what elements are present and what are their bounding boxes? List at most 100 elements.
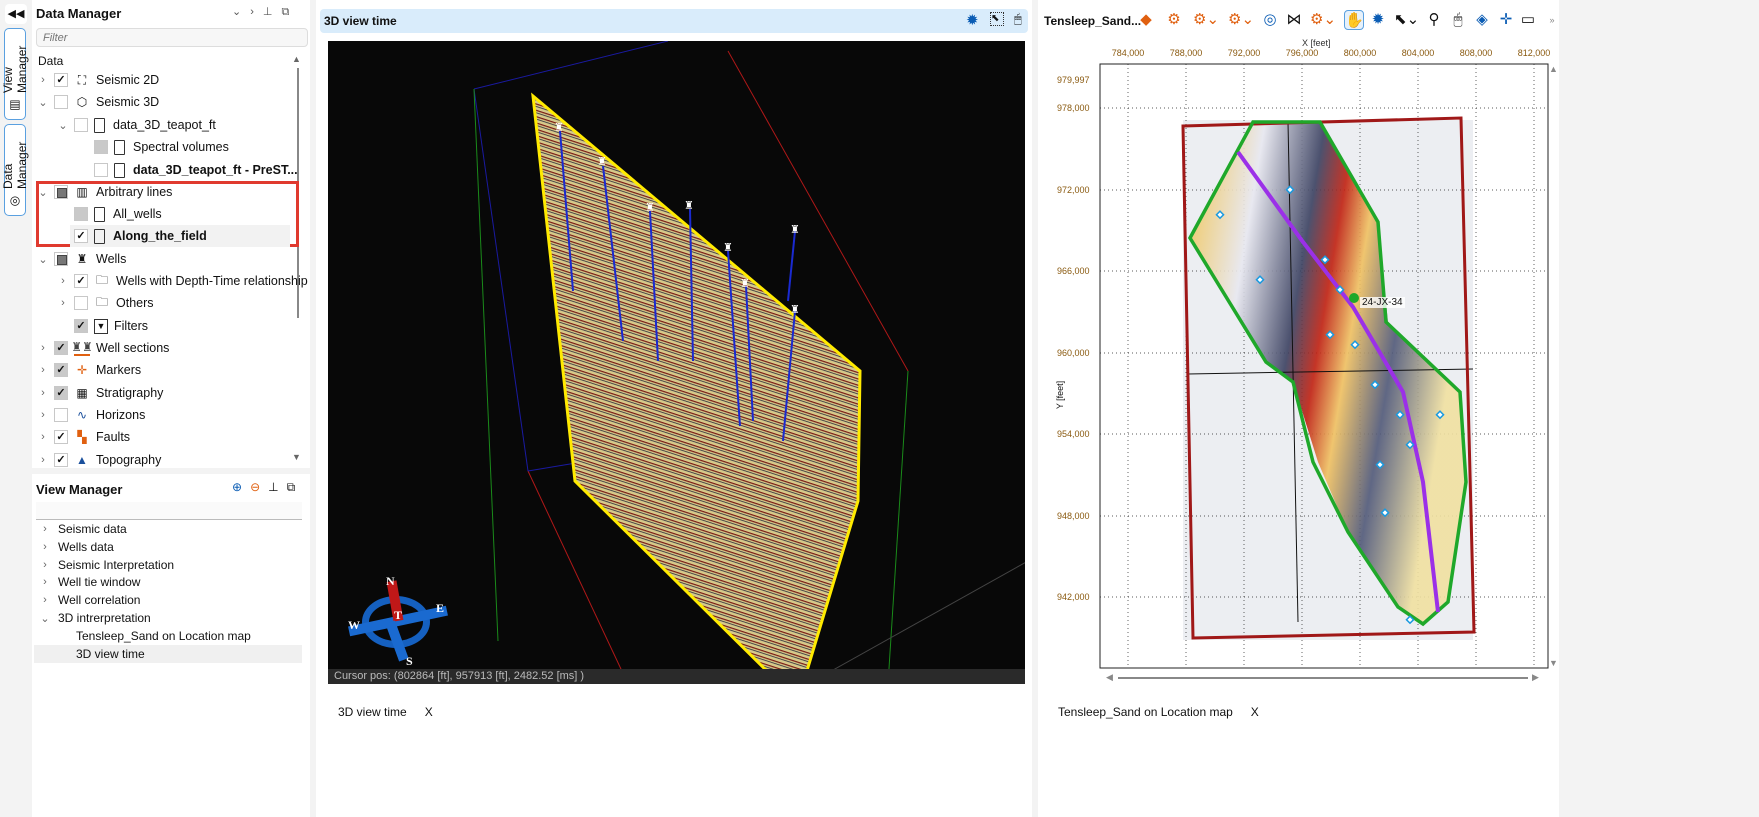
view-item-seismic-data[interactable]: › Seismic data bbox=[38, 520, 127, 538]
collapse-panel-button[interactable]: ◀◀ bbox=[5, 4, 27, 24]
grid-dropdown-icon[interactable]: ⚙⌄ bbox=[1310, 10, 1336, 30]
tree-item-faults[interactable]: › ✓ ▚ Faults bbox=[36, 426, 130, 448]
view-item-well-correlation[interactable]: › Well correlation bbox=[38, 591, 140, 609]
tree-item-seismic-3d[interactable]: ⌄ ⬡ Seismic 3D bbox=[36, 91, 159, 113]
view-item-tensleep-map[interactable]: Tensleep_Sand on Location map bbox=[76, 627, 251, 645]
tree-item-well-sections[interactable]: › ✓ ♜♜ Well sections bbox=[36, 337, 169, 359]
chevron-right-icon[interactable]: › bbox=[56, 275, 70, 287]
add-view-icon[interactable]: ⊕ bbox=[232, 480, 250, 494]
scroll-down-icon[interactable]: ▼ bbox=[292, 452, 301, 462]
checkbox[interactable]: ✓ bbox=[74, 274, 88, 288]
chevron-right-icon[interactable]: › bbox=[36, 74, 50, 86]
checkbox[interactable] bbox=[74, 207, 88, 221]
tree-item-stratigraphy[interactable]: › ✓ ▦ Stratigraphy bbox=[36, 382, 163, 404]
checkbox[interactable]: ✓ bbox=[74, 319, 88, 333]
view-item-well-tie[interactable]: › Well tie window bbox=[38, 573, 140, 591]
checkbox[interactable]: ✓ bbox=[74, 229, 88, 243]
location-map[interactable] bbox=[1098, 62, 1550, 670]
chevron-down-icon[interactable]: ⌄ bbox=[232, 6, 250, 18]
zoom-extent-icon[interactable]: ⬉ bbox=[990, 12, 1004, 26]
mouse-icon[interactable]: 🖱 bbox=[1448, 10, 1468, 30]
checkbox[interactable] bbox=[54, 408, 68, 422]
float-icon[interactable]: ⧉ bbox=[287, 480, 304, 494]
checkbox[interactable] bbox=[54, 95, 68, 109]
filter-input[interactable] bbox=[36, 28, 308, 47]
fill-color-icon[interactable]: ◆ bbox=[1136, 10, 1156, 30]
chevron-down-icon[interactable]: ⌄ bbox=[38, 612, 52, 625]
chevron-right-icon[interactable]: › bbox=[38, 541, 52, 553]
checkbox[interactable]: ✓ bbox=[54, 363, 68, 377]
tree-item-wells-depth-time[interactable]: › ✓ 🗀 Wells with Depth-Time relationship bbox=[56, 270, 308, 292]
tree-item-horizons[interactable]: › ∿ Horizons bbox=[36, 404, 145, 426]
chevron-right-icon[interactable]: › bbox=[36, 342, 50, 354]
settings-icon[interactable]: ✹ bbox=[966, 11, 979, 29]
checkbox[interactable] bbox=[54, 185, 68, 199]
view-item-seismic-interpretation[interactable]: › Seismic Interpretation bbox=[38, 556, 174, 574]
chevron-right-icon[interactable]: › bbox=[250, 6, 263, 18]
tree-item-wells[interactable]: ⌄ ♜ Wells bbox=[36, 248, 126, 270]
scroll-right-icon[interactable]: ▶ bbox=[1532, 672, 1539, 683]
comment-icon[interactable]: ▭ bbox=[1518, 10, 1538, 30]
checkbox[interactable] bbox=[74, 296, 88, 310]
chevron-right-icon[interactable]: › bbox=[36, 364, 50, 376]
3d-viewport[interactable]: ♜ ♜ ♜ ♜ ♜ ♜ ♜ ♜ N W E T S Cursor pos: (802864 [… bbox=[328, 41, 1025, 684]
checkbox[interactable]: ✓ bbox=[54, 430, 68, 444]
chevron-right-icon[interactable]: › bbox=[36, 409, 50, 421]
view-item-3d-interpretation[interactable]: ⌄ 3D intrerpretation bbox=[38, 609, 150, 627]
checkbox[interactable]: ✓ bbox=[54, 453, 68, 467]
pan-hand-icon[interactable]: ✋ bbox=[1344, 10, 1364, 30]
scroll-down-icon[interactable]: ▼ bbox=[1549, 658, 1558, 668]
well-tool-dropdown-icon[interactable]: ⚙⌄ bbox=[1228, 10, 1254, 30]
checkbox[interactable] bbox=[94, 163, 108, 177]
scroll-up-icon[interactable]: ▲ bbox=[1549, 64, 1558, 74]
remove-view-icon[interactable]: ⊖ bbox=[250, 480, 268, 494]
chevron-down-icon[interactable]: ⌄ bbox=[56, 119, 70, 132]
layer-settings-icon[interactable]: ⚙ bbox=[1164, 10, 1184, 30]
zoom-icon[interactable]: ⚲ bbox=[1424, 10, 1444, 30]
view-item-3d-view-time[interactable]: 3D view time bbox=[34, 645, 302, 663]
close-tab-button[interactable]: X bbox=[1251, 705, 1259, 719]
checkbox[interactable] bbox=[74, 118, 88, 132]
tree-item-topography[interactable]: › ✓ ▲ Topography bbox=[36, 449, 161, 471]
tab-view-manager[interactable]: ▤ View Manager bbox=[1, 28, 29, 120]
tree-item-teapot[interactable]: ⌄ data_3D_teapot_ft bbox=[56, 114, 216, 136]
view-filter-input[interactable] bbox=[36, 502, 302, 520]
zoom-extent-dropdown-icon[interactable]: ⬉⌄ bbox=[1394, 10, 1419, 30]
tree-item-filters[interactable]: ✓ ▼ Filters bbox=[70, 315, 148, 337]
tab-data-manager[interactable]: ◎ Data Manager bbox=[1, 124, 29, 216]
crosshair-icon[interactable]: ✛ bbox=[1496, 10, 1516, 30]
scroll-left-icon[interactable]: ◀ bbox=[1106, 672, 1113, 683]
tree-item-others[interactable]: › 🗀 Others bbox=[56, 292, 154, 314]
chevron-right-icon[interactable]: › bbox=[38, 594, 52, 606]
view-item-wells-data[interactable]: › Wells data bbox=[38, 538, 114, 556]
tree-item-spectral-volumes[interactable]: Spectral volumes bbox=[90, 136, 229, 158]
scroll-up-icon[interactable]: ▲ bbox=[292, 54, 301, 64]
tree-item-prestack[interactable]: data_3D_teapot_ft - PreST... bbox=[90, 159, 298, 181]
tree-item-all-wells[interactable]: All_wells bbox=[70, 203, 162, 225]
close-tab-button[interactable]: X bbox=[425, 705, 433, 719]
chevron-down-icon[interactable]: ⌄ bbox=[36, 96, 50, 109]
chevron-right-icon[interactable]: › bbox=[36, 387, 50, 399]
tab-3d-view-time[interactable]: 3D view time X bbox=[338, 705, 433, 719]
chevron-down-icon[interactable]: ⌄ bbox=[36, 186, 50, 199]
mouse-icon[interactable]: 🖱 bbox=[1014, 11, 1022, 27]
float-icon[interactable]: ⧉ bbox=[281, 6, 298, 18]
checkbox[interactable] bbox=[94, 140, 108, 154]
chevron-right-icon[interactable]: › bbox=[38, 523, 52, 535]
pin-icon[interactable]: ⊥ bbox=[263, 6, 282, 18]
chevron-right-icon[interactable]: › bbox=[38, 559, 52, 571]
more-icon[interactable]: » bbox=[1542, 10, 1562, 30]
chevron-down-icon[interactable]: ⌄ bbox=[36, 253, 50, 266]
overlay-dropdown-icon[interactable]: ⚙⌄ bbox=[1193, 10, 1219, 30]
flip-icon[interactable]: ⋈ bbox=[1284, 10, 1304, 30]
checkbox[interactable]: ✓ bbox=[54, 386, 68, 400]
horizontal-scrollbar[interactable] bbox=[1118, 677, 1528, 679]
tree-item-markers[interactable]: › ✓ ✛ Markers bbox=[36, 359, 141, 381]
checkbox[interactable]: ✓ bbox=[54, 341, 68, 355]
checkbox[interactable]: ✓ bbox=[54, 73, 68, 87]
contour-icon[interactable]: ◎ bbox=[1260, 10, 1280, 30]
tree-item-along-the-field[interactable]: ✓ Along_the_field bbox=[70, 225, 290, 247]
chevron-right-icon[interactable]: › bbox=[56, 297, 70, 309]
tree-item-seismic-2d[interactable]: › ✓ ⛶ Seismic 2D bbox=[36, 69, 159, 91]
tree-item-arbitrary-lines[interactable]: ⌄ ▥ Arbitrary lines bbox=[36, 181, 172, 203]
